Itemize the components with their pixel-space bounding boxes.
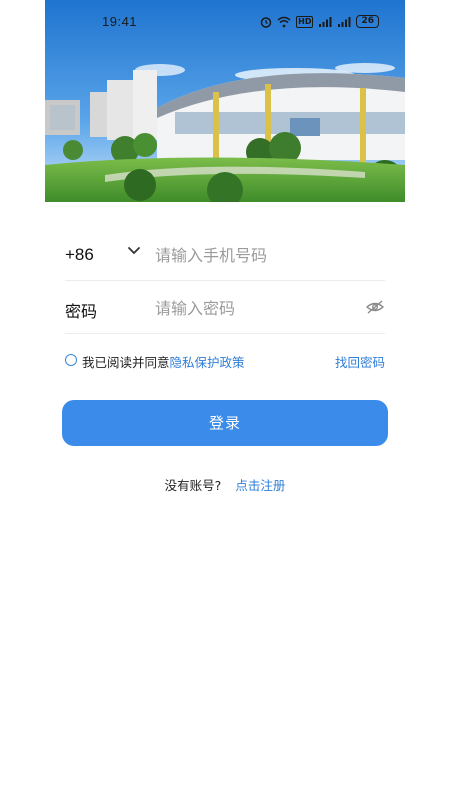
- phone-input[interactable]: [155, 240, 355, 270]
- country-code[interactable]: +86: [65, 245, 94, 265]
- status-time: 19:41: [102, 14, 138, 29]
- eye-off-icon[interactable]: [365, 299, 385, 315]
- phone-row: +86: [65, 232, 385, 281]
- login-button[interactable]: 登录: [62, 400, 388, 446]
- password-row: 密码: [65, 285, 385, 334]
- no-account-text: 没有账号?: [164, 478, 222, 493]
- forgot-password-link[interactable]: 找回密码: [335, 352, 385, 371]
- agreement-row: 我已阅读并同意隐私保护政策 找回密码: [65, 352, 385, 372]
- status-icons: HD 26: [260, 15, 379, 28]
- agree-radio[interactable]: [65, 354, 77, 366]
- chevron-down-icon[interactable]: [127, 246, 141, 256]
- register-link[interactable]: 点击注册: [235, 478, 285, 493]
- privacy-policy-link[interactable]: 隐私保护政策: [170, 355, 245, 370]
- alarm-icon: [260, 16, 272, 28]
- hd-icon: HD: [296, 15, 314, 28]
- agree-prefix: 我已阅读并同意: [82, 355, 170, 370]
- password-label: 密码: [65, 302, 98, 321]
- status-bar: 19:41 HD 26: [45, 12, 405, 32]
- signal-icon: [319, 16, 332, 27]
- agree-text: 我已阅读并同意隐私保护政策: [82, 352, 245, 371]
- battery-indicator: 26: [356, 15, 379, 28]
- register-row: 没有账号? 点击注册: [0, 475, 450, 494]
- signal-icon-2: [338, 16, 351, 27]
- password-input[interactable]: [155, 293, 355, 323]
- wifi-icon: [277, 16, 291, 27]
